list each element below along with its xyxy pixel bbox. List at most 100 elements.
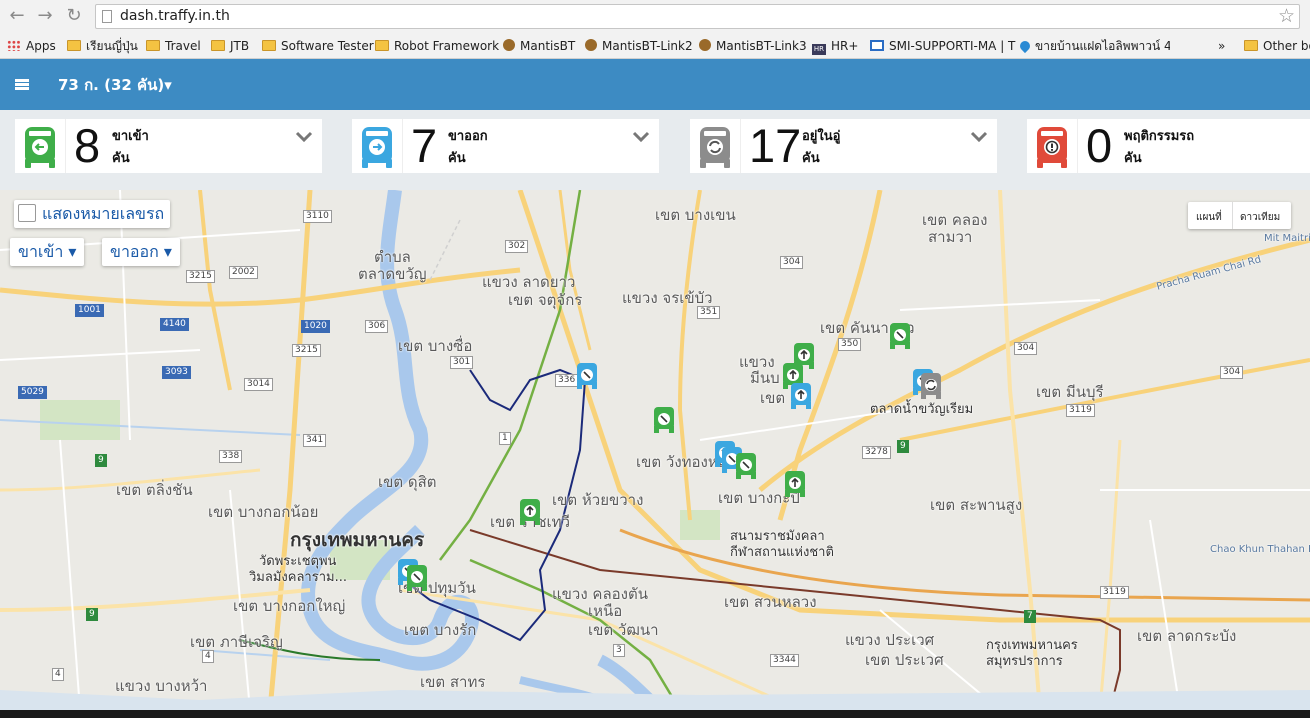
folder-icon	[375, 40, 389, 51]
inbound-label: ขาเข้า คัน	[112, 129, 149, 166]
road-shield: 351	[697, 306, 721, 319]
bookmark-smi[interactable]: SMI-SUPPORTI-MA | T	[870, 36, 1015, 56]
road-shield: 3119	[1100, 586, 1129, 599]
hr-icon: HR	[812, 44, 826, 55]
bookmarks-overflow[interactable]: »	[1218, 36, 1225, 56]
maptype-satellite-button[interactable]: ดาวเทียม	[1240, 210, 1280, 225]
folder-icon	[1244, 40, 1258, 51]
route-selector[interactable]: 73 ก. (32 คัน)▾	[58, 73, 172, 97]
bookmark-label: Apps	[26, 39, 56, 53]
back-icon[interactable]: ←	[6, 5, 28, 27]
chevron-down-icon[interactable]	[631, 127, 651, 147]
road-shield: 2002	[229, 266, 258, 279]
stat-inbound[interactable]: 8 ขาเข้า คัน	[15, 119, 322, 173]
bookmark-label: MantisBT-Link2	[602, 39, 693, 53]
bookmark-label: MantisBT-Link3	[716, 39, 807, 53]
menu-icon[interactable]	[15, 79, 29, 90]
bookmark-folder[interactable]: เรียนญี่ปุ่น	[67, 36, 138, 56]
road-shield: 1001	[75, 304, 104, 317]
bus-outbound-marker[interactable]	[575, 362, 599, 390]
show-plate-toggle[interactable]: แสดงหมายเลขรถ	[14, 200, 171, 228]
bookmark-label: SMI-SUPPORTI-MA | T	[889, 39, 1016, 53]
bookmark-folder[interactable]: Travel	[146, 36, 201, 56]
depot-label: อยู่ในอู่ คัน	[802, 129, 841, 166]
bottom-bar	[0, 710, 1310, 718]
map-label: เขต บางรัก	[404, 621, 477, 639]
folder-icon	[211, 40, 225, 51]
bookmark-folder[interactable]: Robot Framework	[375, 36, 499, 56]
bookmark-other[interactable]: Other bo	[1244, 36, 1310, 56]
map-label: เขต บางกอกน้อย	[208, 503, 319, 521]
behavior-count: 0	[1086, 119, 1113, 172]
road-shield: 3215	[292, 344, 321, 357]
road-shield: 338	[219, 450, 243, 463]
mantis-icon	[503, 39, 515, 51]
bus-inbound-marker[interactable]	[734, 452, 758, 480]
bus-inbound-marker[interactable]	[405, 564, 429, 592]
road-shield: 9	[95, 454, 107, 467]
address-bar[interactable]: dash.traffy.in.th ☆	[95, 4, 1300, 29]
chevron-down-icon[interactable]	[294, 127, 314, 147]
show-plate-label: แสดงหมายเลขรถ	[42, 204, 165, 223]
outbound-count: 7	[411, 119, 438, 172]
road-shield: 4140	[160, 318, 189, 331]
road-shield: 341	[303, 434, 327, 447]
bookmark-apps[interactable]: Apps	[7, 36, 56, 56]
bookmark-star-icon[interactable]: ☆	[1278, 5, 1295, 27]
outbound-filter-dropdown[interactable]: ขาออก ▾	[102, 238, 180, 266]
stats-bar: 8 ขาเข้า คัน 7 ขาออก คัน 17 อยู่ในอู่ คั…	[0, 110, 1310, 190]
forward-icon[interactable]: →	[34, 5, 56, 27]
road-shield: 304	[1220, 366, 1244, 379]
bus-inbound-marker[interactable]	[518, 498, 542, 526]
map-label-road: Mit Maitri Rd	[1264, 233, 1310, 244]
map-label: เขต ลาดกระบัง	[1137, 627, 1237, 645]
inbound-filter-dropdown[interactable]: ขาเข้า ▾	[10, 238, 85, 266]
map-label: เขต ประเวศ	[865, 651, 944, 669]
mantis-icon	[585, 39, 597, 51]
map-label: สามวา	[928, 228, 973, 246]
road-shield: 7	[1024, 610, 1036, 623]
bookmark-mantis[interactable]: MantisBT-Link3	[699, 36, 807, 56]
road-shield: 350	[838, 338, 862, 351]
bus-inbound-marker[interactable]	[783, 470, 807, 498]
road-shield: 1020	[301, 320, 330, 333]
bookmark-mantis[interactable]: MantisBT	[503, 36, 575, 56]
road-shield: 1	[499, 432, 511, 445]
map-label: เขต ดุสิต	[378, 473, 437, 491]
app-header: 73 ก. (32 คัน)▾	[0, 59, 1310, 110]
stat-depot[interactable]: 17 อยู่ในอู่ คัน	[690, 119, 997, 173]
bookmark-mantis[interactable]: MantisBT-Link2	[585, 36, 693, 56]
map-label: เขต ห้วยขวาง	[552, 491, 644, 509]
apps-grid-icon	[7, 40, 21, 51]
bookmark-folder[interactable]: JTB	[211, 36, 249, 56]
map-label: ตลาดน้ำขวัญเรียม	[870, 402, 974, 417]
bookmark-label: JTB	[230, 39, 250, 53]
checkbox[interactable]	[18, 204, 36, 222]
url-text[interactable]: dash.traffy.in.th	[120, 8, 230, 24]
chevron-down-icon[interactable]	[969, 127, 989, 147]
bookmark-label: Other bo	[1263, 39, 1310, 53]
bookmark-house[interactable]: ขายบ้านแฝดไอลิพพาวน์ 4	[1020, 36, 1170, 56]
bus-inbound-marker[interactable]	[888, 322, 912, 350]
inbound-count: 8	[74, 119, 101, 172]
bookmark-folder[interactable]: Software Tester	[262, 36, 374, 56]
bus-depot-marker[interactable]	[919, 372, 943, 400]
map-label: วิมลมังคลาราม...	[249, 570, 347, 585]
road-shield: 3344	[770, 654, 799, 667]
reload-icon[interactable]: ↻	[63, 5, 85, 27]
bus-inbound-marker[interactable]	[652, 406, 676, 434]
map-label: ตลาดขวัญ	[358, 265, 427, 283]
map-canvas[interactable]: เขต บางเขน เขต คลอง สามวา ตำบล ตลาดขวัญ …	[0, 190, 1310, 710]
bus-outbound-marker[interactable]	[789, 382, 813, 410]
maptype-map-button[interactable]: แผนที่	[1196, 210, 1222, 225]
map-label: เขต สะพานสูง	[930, 496, 1023, 514]
map-label: เขต จตุจักร	[508, 291, 583, 309]
stat-behavior[interactable]: 0 พฤติกรรมรถ คัน	[1027, 119, 1310, 173]
road-shield: 301	[450, 356, 474, 369]
folder-icon	[67, 40, 81, 51]
road-shield: 9	[86, 608, 98, 621]
road-shield: 304	[780, 256, 804, 269]
bookmark-hr[interactable]: HR HR+	[812, 36, 858, 56]
map-label: เขต บางเขน	[655, 206, 736, 224]
stat-outbound[interactable]: 7 ขาออก คัน	[352, 119, 659, 173]
